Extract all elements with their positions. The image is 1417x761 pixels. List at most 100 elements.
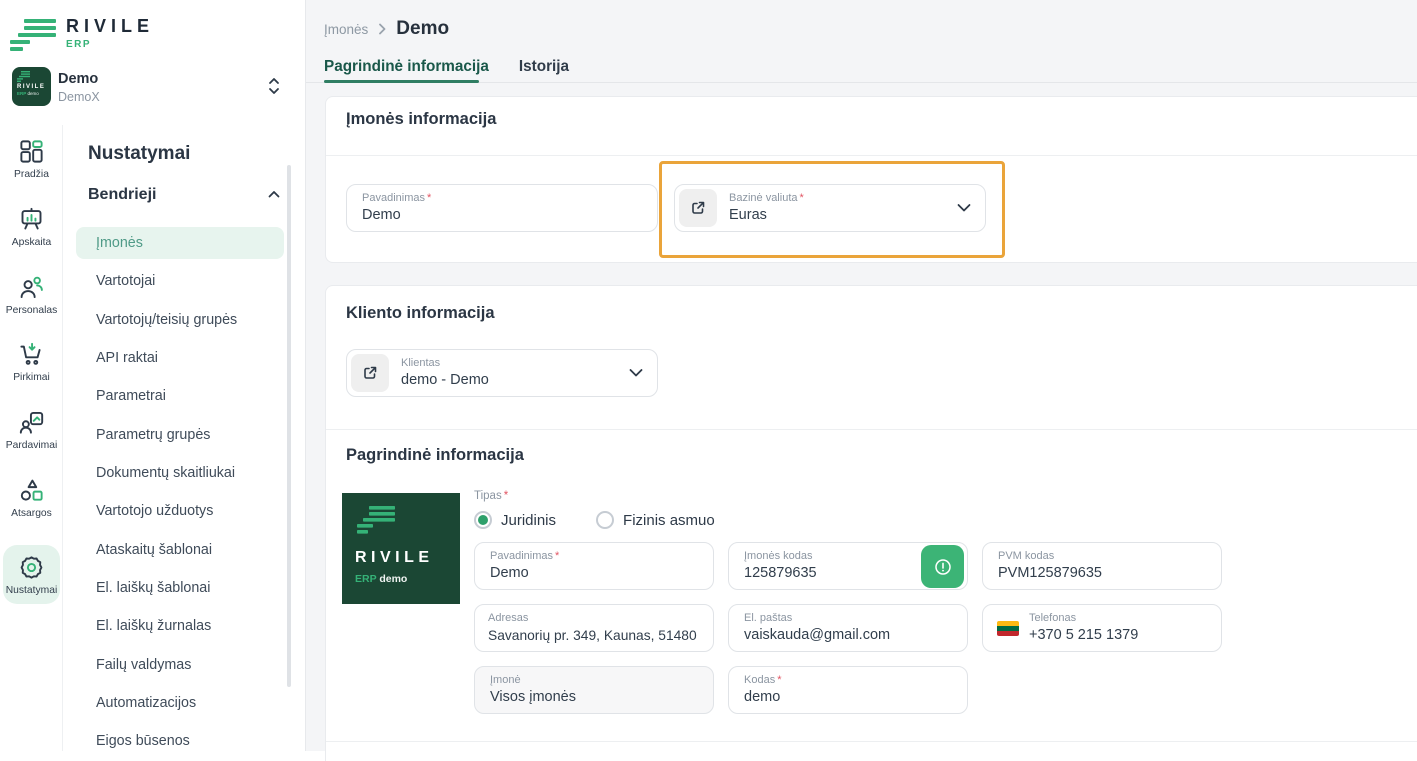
company-code-field[interactable]: Įmonės kodas 125879635 bbox=[728, 542, 968, 590]
sidebar-item-parametru-grupes[interactable]: Parametrų grupės bbox=[76, 419, 284, 451]
rivile-logo-icon bbox=[355, 504, 397, 540]
sidebar-item-eigos-busenos[interactable]: Eigos būsenos bbox=[76, 725, 284, 757]
radio-fizinis-asmuo[interactable]: Fizinis asmuo bbox=[596, 511, 715, 529]
divider bbox=[326, 155, 1417, 156]
sales-icon bbox=[18, 409, 45, 436]
code-field[interactable]: Kodas* demo bbox=[728, 666, 968, 714]
field-value: Visos įmonės bbox=[490, 688, 576, 707]
field-label: El. paštas bbox=[744, 612, 890, 625]
sidebar-item-imones[interactable]: Įmonės bbox=[76, 227, 284, 259]
sidebar-group-label: Bendrieji bbox=[88, 186, 156, 203]
radio-label: Fizinis asmuo bbox=[623, 512, 715, 529]
company-name-field[interactable]: Pavadinimas* Demo bbox=[346, 184, 658, 232]
brand-title: RIVILE bbox=[66, 16, 154, 36]
field-value: Demo bbox=[362, 206, 431, 225]
field-label: Telefonas bbox=[1029, 612, 1138, 625]
rail-label: Pirkimai bbox=[13, 372, 50, 383]
sidebar-item-vartotoju-teisiu-grupes[interactable]: Vartotojų/teisių grupės bbox=[76, 304, 284, 336]
sidebar-item-api-raktai[interactable]: API raktai bbox=[76, 342, 284, 374]
rail-item-atsargos[interactable]: Atsargos bbox=[0, 477, 63, 519]
sidebar-item-ataskaitu-sablonai[interactable]: Ataskaitų šablonai bbox=[76, 534, 284, 566]
field-label: Adresas bbox=[488, 612, 697, 625]
chevron-up-icon bbox=[268, 190, 280, 198]
left-panel: RIVILE ERP RIVILE ERP demo Demo DemoX bbox=[0, 0, 306, 751]
sidebar-item-failu-valdymas[interactable]: Failų valdymas bbox=[76, 649, 284, 681]
sidebar-item-parametrai[interactable]: Parametrai bbox=[76, 380, 284, 412]
accounting-chart-icon bbox=[18, 206, 45, 233]
gear-icon bbox=[18, 554, 45, 581]
workspace-avatar: RIVILE ERP demo bbox=[12, 67, 51, 106]
field-value: demo - Demo bbox=[401, 371, 489, 390]
rail-item-pirkimai[interactable]: Pirkimai bbox=[0, 341, 63, 383]
field-label: Klientas bbox=[401, 357, 489, 370]
open-currency-button[interactable] bbox=[679, 189, 717, 227]
rail-item-personalas[interactable]: Personalas bbox=[0, 274, 63, 316]
field-label: Kodas* bbox=[744, 674, 781, 687]
lithuania-flag-icon[interactable] bbox=[997, 621, 1019, 636]
field-value: Euras bbox=[729, 206, 804, 225]
rail-item-nustatymai[interactable]: Nustatymai bbox=[3, 545, 60, 604]
workspace-avatar-sub: ERP demo bbox=[17, 91, 51, 96]
sidebar-scrollbar[interactable] bbox=[287, 165, 291, 687]
section-title-client-info: Kliento informacija bbox=[346, 304, 495, 323]
breadcrumb-parent-link[interactable]: Įmonės bbox=[324, 22, 368, 37]
rail-label: Pardavimai bbox=[6, 440, 58, 451]
dashboard-icon bbox=[18, 138, 45, 165]
external-link-icon bbox=[361, 364, 379, 382]
brand-subtitle: ERP bbox=[66, 39, 154, 50]
name-field[interactable]: Pavadinimas* Demo bbox=[474, 542, 714, 590]
radio-juridinis[interactable]: Juridinis bbox=[474, 511, 556, 529]
rail-label: Atsargos bbox=[11, 508, 52, 519]
sidebar-item-dokumentu-skaitliukai[interactable]: Dokumentų skaitliukai bbox=[76, 457, 284, 489]
info-circle-icon bbox=[933, 557, 953, 577]
rail-label: Nustatymai bbox=[6, 585, 58, 596]
field-label: Įmonė bbox=[490, 674, 576, 687]
chevron-down-icon[interactable] bbox=[629, 369, 643, 378]
field-label: PVM kodas bbox=[998, 550, 1102, 563]
field-value: +370 5 215 1379 bbox=[1029, 626, 1138, 645]
sidebar-item-el-laisku-zurnalas[interactable]: El. laiškų žurnalas bbox=[76, 610, 284, 642]
company-info-card: Įmonės informacija Pavadinimas* Demo bbox=[325, 96, 1417, 263]
external-link-icon bbox=[689, 199, 707, 217]
vat-code-field[interactable]: PVM kodas PVM125879635 bbox=[982, 542, 1222, 590]
brand-text: RIVILE ERP bbox=[66, 16, 154, 50]
type-radio-group: Juridinis Fizinis asmuo bbox=[474, 511, 715, 529]
radio-circle bbox=[596, 511, 614, 529]
type-label: Tipas* bbox=[474, 490, 508, 502]
rail-label: Apskaita bbox=[12, 237, 52, 248]
sidebar-group-bendrieji[interactable]: Bendrieji bbox=[88, 186, 272, 204]
rail-item-pardavimai[interactable]: Pardavimai bbox=[0, 409, 63, 451]
field-label: Pavadinimas* bbox=[362, 192, 431, 205]
field-label: Pavadinimas* bbox=[490, 550, 559, 563]
workspace-selector[interactable]: RIVILE ERP demo Demo DemoX bbox=[12, 67, 294, 107]
sidebar-item-el-laisku-sablonai[interactable]: El. laiškų šablonai bbox=[76, 572, 284, 604]
sidebar-title: Nustatymai bbox=[88, 143, 190, 165]
base-currency-select[interactable]: Bazinė valiuta* Euras bbox=[674, 184, 986, 232]
phone-field[interactable]: Telefonas +370 5 215 1379 bbox=[982, 604, 1222, 652]
company-logo-image[interactable]: RIVILE ERP demo bbox=[342, 493, 460, 604]
email-field[interactable]: El. paštas vaiskauda@gmail.com bbox=[728, 604, 968, 652]
chevron-down-icon[interactable] bbox=[957, 204, 971, 213]
field-value: demo bbox=[744, 688, 781, 707]
rail-item-pradzia[interactable]: Pradžia bbox=[0, 138, 63, 180]
sidebar-item-vartotojai[interactable]: Vartotojai bbox=[76, 265, 284, 297]
workspace-switch-icon[interactable] bbox=[268, 77, 280, 95]
sidebar-item-automatizacijos[interactable]: Automatizacijos bbox=[76, 687, 284, 719]
field-label: Įmonės kodas bbox=[744, 550, 817, 563]
company-code-lookup-button[interactable] bbox=[921, 545, 964, 588]
details-card: Kliento informacija Klientas demo - Demo bbox=[325, 285, 1417, 761]
people-icon bbox=[18, 274, 45, 301]
rail-item-apskaita[interactable]: Apskaita bbox=[0, 206, 63, 248]
inventory-shapes-icon bbox=[18, 477, 45, 504]
address-field[interactable]: Adresas Savanorių pr. 349, Kaunas, 51480 bbox=[474, 604, 714, 652]
field-value: 125879635 bbox=[744, 564, 817, 583]
rail-label: Pradžia bbox=[14, 169, 49, 180]
field-value: PVM125879635 bbox=[998, 564, 1102, 583]
active-tab-underline bbox=[324, 80, 479, 83]
cart-icon bbox=[18, 341, 45, 368]
sidebar-item-vartotojo-uzduotys[interactable]: Vartotojo užduotys bbox=[76, 495, 284, 527]
breadcrumb-current: Demo bbox=[396, 18, 449, 40]
open-client-button[interactable] bbox=[351, 354, 389, 392]
client-select[interactable]: Klientas demo - Demo bbox=[346, 349, 658, 397]
tab-istorija[interactable]: Istorija bbox=[519, 58, 569, 85]
